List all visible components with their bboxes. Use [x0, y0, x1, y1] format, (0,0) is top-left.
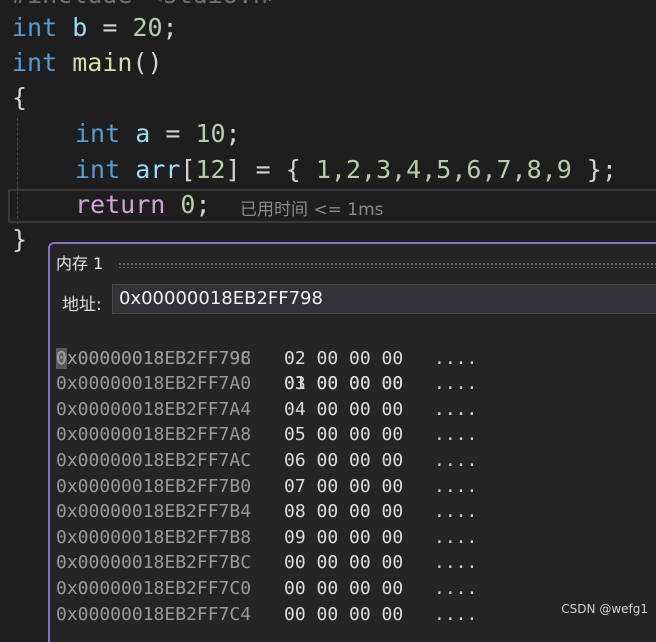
code-line-4: int a = 10;: [75, 119, 241, 148]
code-line-1: int b = 20;: [12, 13, 178, 42]
memory-ascii[interactable]: ....: [434, 499, 477, 525]
code-editor[interactable]: #include <stdio.h> int b = 20; int main(…: [0, 0, 656, 260]
memory-ascii[interactable]: ....: [434, 371, 477, 397]
perf-tip[interactable]: 已用时间 <= 1ms: [240, 195, 384, 220]
memory-ascii[interactable]: ....: [434, 397, 477, 423]
memory-row[interactable]: 0x00000018EB2FF7A8 05 00 00 00....: [56, 422, 477, 448]
memory-row[interactable]: 0x00000018EB2FF7A4 04 00 00 00....: [56, 397, 477, 423]
keyword: int: [75, 119, 121, 148]
memory-ascii[interactable]: ....: [434, 346, 477, 372]
memory-bytes[interactable]: 04 00 00 00: [284, 397, 403, 423]
memory-row[interactable]: 0x00000018EB2FF79C 02 00 00 00....: [56, 346, 477, 372]
array-initializer: 1,2,3,4,5,6,7,8,9: [315, 155, 572, 184]
memory-ascii[interactable]: ....: [434, 550, 477, 576]
memory-address: 0x00000018EB2FF7C4: [56, 603, 252, 625]
title-bar-grip[interactable]: [118, 262, 656, 268]
memory-address: 0x00000018EB2FF7A0: [56, 373, 252, 395]
keyword: int: [75, 155, 121, 184]
code-line-7: }: [12, 225, 28, 254]
memory-ascii[interactable]: ....: [434, 525, 477, 551]
memory-address: 0x00000018EB2FF7B0: [56, 475, 252, 497]
memory-bytes[interactable]: 03 00 00 00: [284, 371, 403, 397]
memory-row[interactable]: 0x00000018EB2FF7A0 03 00 00 00....: [56, 371, 477, 397]
memory-bytes[interactable]: 07 00 00 00: [284, 474, 403, 500]
identifier: a: [135, 119, 151, 148]
memory-window-title[interactable]: 内存 1: [56, 250, 103, 274]
memory-ascii[interactable]: ....: [434, 602, 477, 628]
function-name: main: [72, 48, 133, 77]
memory-ascii[interactable]: ....: [434, 422, 477, 448]
identifier: b: [72, 13, 88, 42]
memory-window[interactable]: 内存 1 地址: 0x00000018EB2FF798 0x00000018EB…: [48, 242, 656, 642]
address-label: 地址:: [62, 295, 102, 315]
memory-row[interactable]: 0x00000018EB2FF7C0 00 00 00 00....: [56, 576, 477, 602]
address-input[interactable]: 0x00000018EB2FF798: [112, 284, 656, 314]
memory-bytes[interactable]: 06 00 00 00: [284, 448, 403, 474]
memory-row[interactable]: 0x00000018EB2FF7C4 00 00 00 00....: [56, 602, 477, 628]
memory-rows: 0x00000018EB2FF798 01 00 00 00 .... 0x00…: [56, 320, 477, 628]
memory-address: 0x00000018EB2FF7A4: [56, 398, 252, 420]
memory-ascii[interactable]: ....: [434, 448, 477, 474]
memory-row[interactable]: 0x00000018EB2FF7BC 00 00 00 00....: [56, 550, 477, 576]
memory-row[interactable]: 0x00000018EB2FF7B0 07 00 00 00....: [56, 474, 477, 500]
memory-address: 0x00000018EB2FF79C: [56, 347, 252, 369]
identifier: arr: [135, 155, 181, 184]
keyword: return: [75, 190, 166, 219]
memory-address: 0x00000018EB2FF7B4: [56, 501, 252, 523]
memory-bytes[interactable]: 05 00 00 00: [284, 422, 403, 448]
number-literal: 20: [132, 13, 163, 42]
keyword: int: [12, 48, 58, 77]
memory-row[interactable]: 0x00000018EB2FF7B4 08 00 00 00....: [56, 499, 477, 525]
number-literal: 10: [195, 119, 226, 148]
memory-ascii[interactable]: ....: [434, 576, 477, 602]
memory-bytes[interactable]: 00 00 00 00: [284, 602, 403, 628]
memory-address: 0x00000018EB2FF7C0: [56, 577, 252, 599]
memory-address: 0x00000018EB2FF7BC: [56, 552, 252, 574]
code-line-6: return 0;: [75, 190, 211, 219]
memory-row[interactable]: 0x00000018EB2FF798 01 00 00 00 ....: [56, 320, 477, 420]
memory-bytes[interactable]: 02 00 00 00: [284, 346, 403, 372]
number-literal: 0: [180, 190, 196, 219]
code-line-2: int main(): [12, 48, 163, 77]
keyword: int: [12, 13, 58, 42]
memory-bytes[interactable]: 00 00 00 00: [284, 550, 403, 576]
memory-bytes[interactable]: 00 00 00 00: [284, 576, 403, 602]
code-line-3: {: [12, 83, 28, 112]
watermark: CSDN @wefg1: [561, 602, 648, 616]
code-line-5: int arr[12] = { 1,2,3,4,5,6,7,8,9 };: [75, 155, 617, 184]
memory-address: 0x00000018EB2FF7AC: [56, 449, 252, 471]
memory-address: 0x00000018EB2FF7B8: [56, 526, 252, 548]
memory-address: 0x00000018EB2FF7A8: [56, 424, 252, 446]
memory-row[interactable]: 0x00000018EB2FF7AC 06 00 00 00....: [56, 448, 477, 474]
memory-bytes[interactable]: 09 00 00 00: [284, 525, 403, 551]
memory-bytes[interactable]: 08 00 00 00: [284, 499, 403, 525]
number-literal: 12: [195, 155, 226, 184]
memory-ascii[interactable]: ....: [434, 474, 477, 500]
memory-row[interactable]: 0x00000018EB2FF7B8 09 00 00 00....: [56, 525, 477, 551]
